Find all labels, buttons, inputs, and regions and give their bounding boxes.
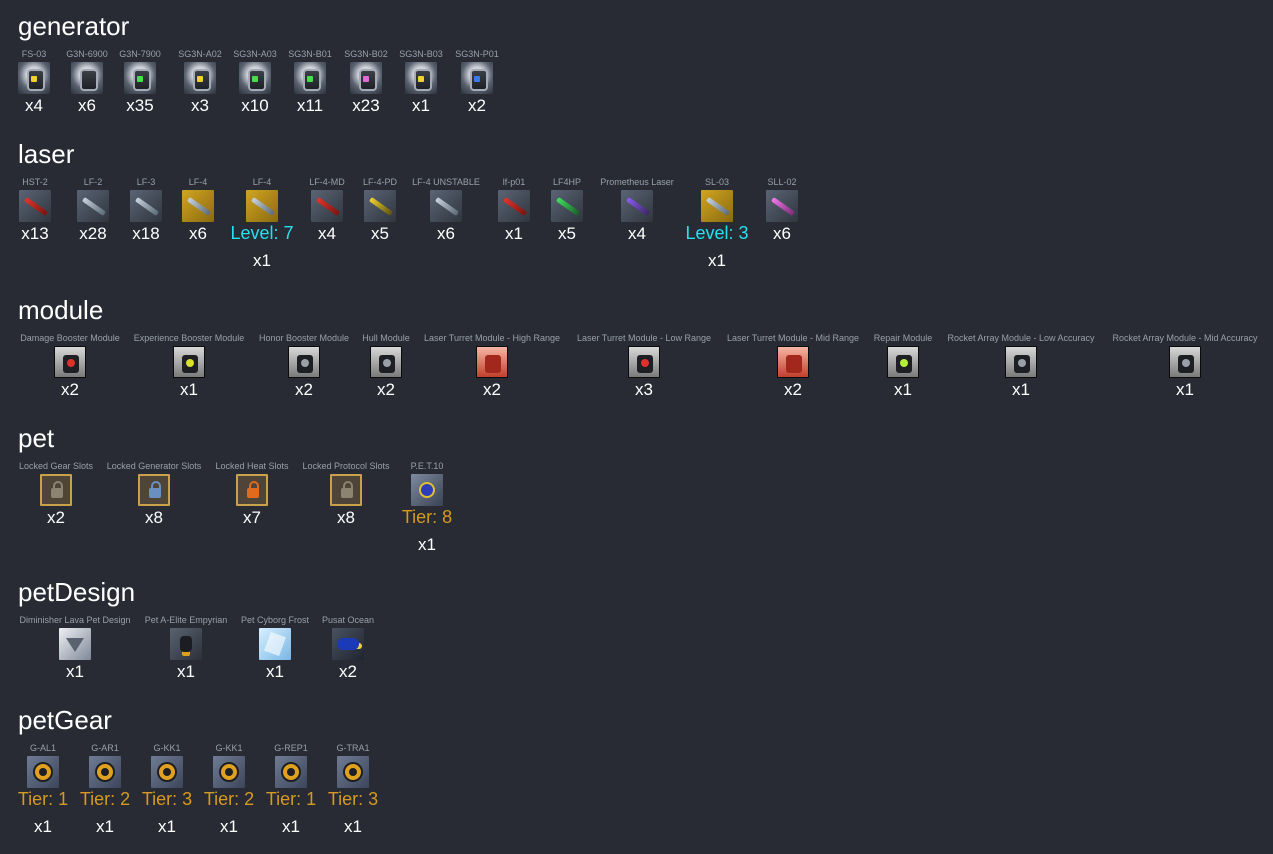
item-count: x2 bbox=[339, 662, 357, 681]
item-count: x1 bbox=[253, 251, 271, 270]
inventory-item[interactable]: Pusat Ocean x2 bbox=[258, 614, 438, 683]
item-count: x1 bbox=[1176, 380, 1194, 399]
section-title: laser bbox=[18, 139, 75, 169]
section-module: module Damage Booster Module x2 Experience … bbox=[18, 294, 1268, 419]
item-count: x1 bbox=[418, 535, 436, 554]
rocket-module-icon bbox=[1169, 346, 1201, 378]
item-count: x1 bbox=[1012, 380, 1030, 399]
turret-module-icon bbox=[476, 346, 508, 378]
module-icon bbox=[370, 346, 402, 378]
item-label: G-TRA1 bbox=[336, 743, 370, 753]
inventory-item[interactable]: G-TRA1 Tier: 3 x1 bbox=[263, 742, 443, 838]
inventory-item[interactable]: P.E.T.10 Tier: 8 x1 bbox=[337, 460, 517, 556]
section-laser: laser HST-2 x13 LF-2 x28 LF-3 x18 LF-4 x6 LF-4 Lev… bbox=[18, 138, 1268, 298]
item-label: Rocket Array Module - Mid Accuracy bbox=[1112, 333, 1258, 343]
section-title: petGear bbox=[18, 705, 112, 735]
item-label: P.E.T.10 bbox=[410, 461, 444, 471]
section-title: petDesign bbox=[18, 577, 136, 607]
laser-icon bbox=[766, 190, 798, 222]
item-label: Rocket Array Module - Low Accuracy bbox=[947, 333, 1095, 343]
section-title: generator bbox=[18, 11, 130, 41]
rocket-module-icon bbox=[1005, 346, 1037, 378]
section-title: pet bbox=[18, 423, 55, 453]
section-petdesign: petDesign Diminisher Lava Pet Design x1 Pet… bbox=[18, 576, 1268, 701]
pet-icon bbox=[411, 474, 443, 506]
inventory-item[interactable]: Rocket Array Module - Mid Accuracy x1 bbox=[1095, 332, 1273, 401]
module-icon bbox=[887, 346, 919, 378]
item-count: x2 bbox=[468, 96, 486, 115]
section-pet: pet Locked Gear Slots x2 Locked Generator S… bbox=[18, 422, 1268, 567]
item-count: x1 bbox=[344, 817, 362, 836]
item-count: x6 bbox=[773, 224, 791, 243]
turret-module-icon bbox=[628, 346, 660, 378]
item-label: SG3N-P01 bbox=[455, 49, 499, 59]
module-icon bbox=[54, 346, 86, 378]
item-count: x1 bbox=[708, 251, 726, 270]
module-icon bbox=[173, 346, 205, 378]
pet-design-icon bbox=[59, 628, 91, 660]
turret-module-icon bbox=[777, 346, 809, 378]
section-generator: generator FS-03 x4 G3N-6900 x6 G3N-7900 x35 SG3… bbox=[18, 10, 1268, 140]
pet-design-icon bbox=[332, 628, 364, 660]
inventory-item[interactable]: Rocket Array Module - Low Accuracy x1 bbox=[931, 332, 1111, 401]
tier-label: Tier: 3 bbox=[327, 789, 379, 809]
gear-icon bbox=[337, 756, 369, 788]
section-title: module bbox=[18, 295, 104, 325]
item-label: SLL-02 bbox=[767, 177, 797, 187]
tier-label: Tier: 8 bbox=[401, 507, 453, 527]
item-label: Pusat Ocean bbox=[321, 615, 375, 625]
inventory-item[interactable]: SLL-02 x6 bbox=[692, 176, 872, 245]
section-petgear: petGear G-AL1 Tier: 1 x1 G-AR1 Tier: 2 x1 G-KK1… bbox=[18, 704, 1268, 854]
shield-generator-icon bbox=[461, 62, 493, 94]
inventory-item[interactable]: SG3N-P01 x2 bbox=[387, 48, 567, 117]
